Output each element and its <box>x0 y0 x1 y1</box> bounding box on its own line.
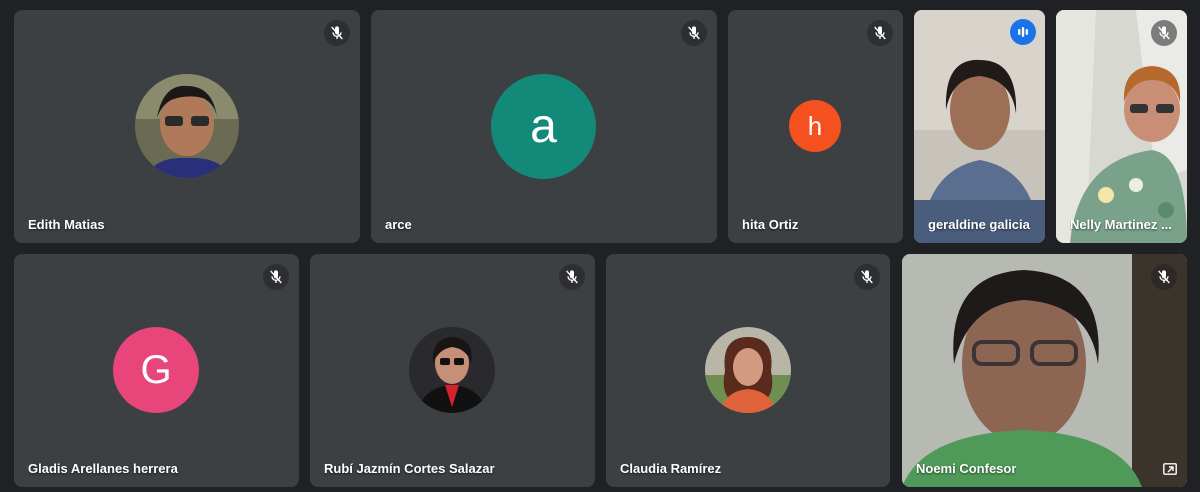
participant-name: hita Ortiz <box>742 217 799 232</box>
participant-tile-nelly-martinez[interactable]: Nelly Martinez ... <box>1056 10 1187 243</box>
video-feed <box>914 10 1045 243</box>
mic-muted-icon <box>263 264 289 290</box>
avatar <box>409 327 495 413</box>
participant-tile-hita-ortiz[interactable]: h hita Ortiz <box>728 10 903 243</box>
participant-name: arce <box>385 217 412 232</box>
participant-tile-claudia-ramirez[interactable]: Claudia Ramírez <box>606 254 890 487</box>
video-feed <box>902 254 1187 487</box>
meeting-grid: Edith Matias a arce h hita Ortiz geraldi… <box>0 0 1200 492</box>
participant-tile-edith-matias[interactable]: Edith Matias <box>14 10 360 243</box>
avatar-letter: G <box>113 327 199 413</box>
participant-tile-gladis-arellanes[interactable]: G Gladis Arellanes herrera <box>14 254 299 487</box>
participant-tile-geraldine-galicia[interactable]: geraldine galicia <box>914 10 1045 243</box>
participant-name: Noemi Confesor <box>916 461 1017 476</box>
avatar-letter: h <box>789 100 841 152</box>
participant-name: geraldine galicia <box>928 217 1030 232</box>
participant-name: Nelly Martinez ... <box>1070 217 1172 232</box>
picture-in-picture-icon[interactable] <box>1163 463 1177 475</box>
participant-name: Edith Matias <box>28 217 105 232</box>
mic-muted-icon <box>854 264 880 290</box>
participant-tile-rubi-cortes[interactable]: Rubí Jazmín Cortes Salazar <box>310 254 595 487</box>
avatar <box>705 327 791 413</box>
mic-muted-icon <box>559 264 585 290</box>
participant-name: Rubí Jazmín Cortes Salazar <box>324 461 495 476</box>
mic-muted-icon <box>1151 264 1177 290</box>
mic-muted-icon <box>681 20 707 46</box>
mic-muted-icon <box>1151 20 1177 46</box>
participant-name: Claudia Ramírez <box>620 461 722 476</box>
participant-name: Gladis Arellanes herrera <box>28 461 178 476</box>
avatar-letter: a <box>491 74 596 179</box>
mic-muted-icon <box>324 20 350 46</box>
speaking-indicator-icon <box>1010 19 1036 45</box>
mic-muted-icon <box>867 20 893 46</box>
participant-tile-noemi-confesor[interactable]: Noemi Confesor <box>902 254 1187 487</box>
participant-tile-arce[interactable]: a arce <box>371 10 717 243</box>
avatar <box>135 74 239 178</box>
